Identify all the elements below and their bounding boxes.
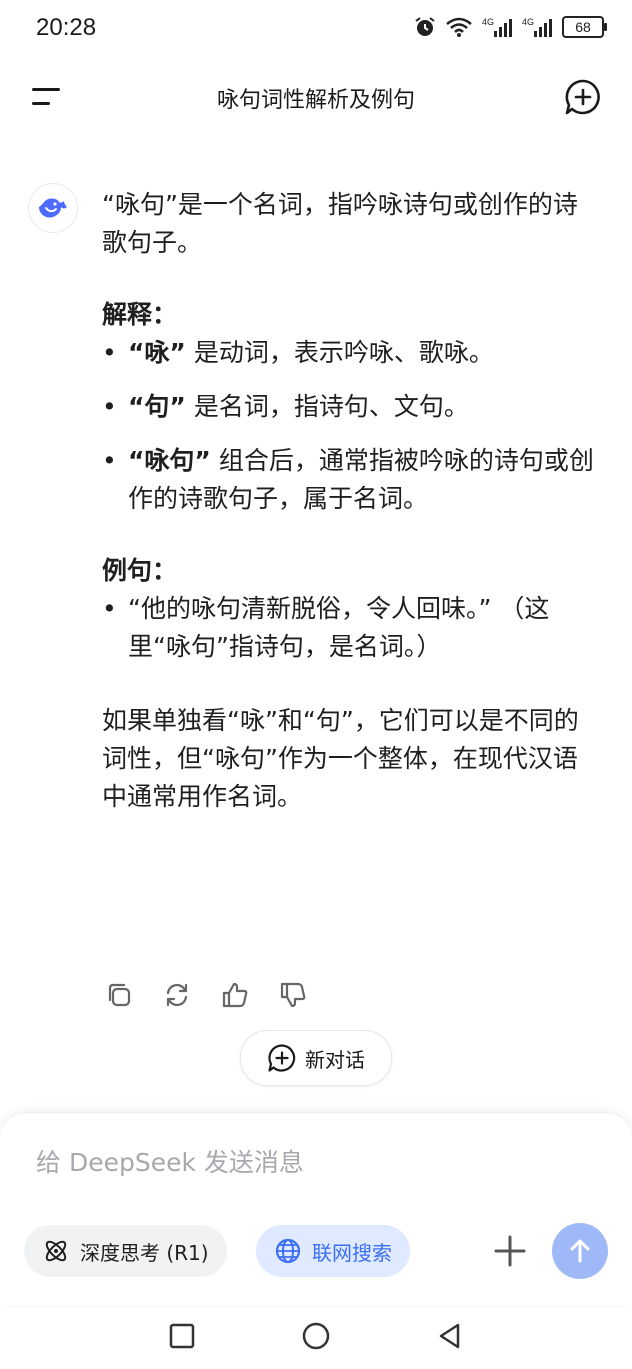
status-icons: 4G 4G 68 xyxy=(414,16,607,38)
explain-heading: 解释： xyxy=(102,300,178,329)
system-navbar xyxy=(0,1304,632,1369)
term-desc: 是名词，指诗句、文句。 xyxy=(185,392,469,421)
list-item: “他的咏句清新脱俗，令人回味。” （这里“咏句”指诗句，是名词。） xyxy=(102,590,594,666)
web-search-toggle[interactable]: 联网搜索 xyxy=(256,1225,410,1277)
assistant-message: “咏句”是一个名词，指吟咏诗句或创作的诗歌句子。 解释： “咏” 是动词，表示吟… xyxy=(102,186,594,816)
new-chat-plus-icon[interactable] xyxy=(564,78,602,116)
chat-header: 咏句词性解析及例句 xyxy=(0,62,632,132)
send-button[interactable] xyxy=(552,1223,608,1279)
example-heading: 例句： xyxy=(102,556,178,585)
list-item: “咏句” 组合后，通常指被吟咏的诗句或创作的诗歌句子，属于名词。 xyxy=(102,442,594,518)
term-label: “句” xyxy=(128,392,186,421)
new-dialog-button[interactable]: 新对话 xyxy=(240,1030,392,1086)
chat-title: 咏句词性解析及例句 xyxy=(216,88,415,113)
message-intro: “咏句”是一个名词，指吟咏诗句或创作的诗歌句子。 xyxy=(102,190,578,257)
term-label: “咏句” xyxy=(128,446,211,475)
svg-text:4G: 4G xyxy=(522,17,534,27)
signal-icon-2: 4G xyxy=(522,17,552,37)
thumbs-down-icon[interactable] xyxy=(278,980,308,1010)
composer: 给 DeepSeek 发送消息 深度思考 (R1) 联网搜索 xyxy=(0,1112,632,1305)
status-bar: 20:28 4G 4G 68 xyxy=(0,0,632,60)
regenerate-icon[interactable] xyxy=(162,980,192,1010)
copy-icon[interactable] xyxy=(104,980,134,1010)
attach-plus-icon[interactable] xyxy=(488,1229,532,1273)
recent-apps-icon[interactable] xyxy=(166,1320,198,1352)
signal-icon-1: 4G xyxy=(482,17,512,37)
globe-icon xyxy=(275,1238,301,1264)
status-time: 20:28 xyxy=(36,14,97,41)
new-dialog-label: 新对话 xyxy=(305,1047,365,1072)
message-summary: 如果单独看“咏”和“句”，它们可以是不同的词性，但“咏句”作为一个整体，在现代汉… xyxy=(102,706,579,811)
arrow-up-icon xyxy=(570,1239,590,1263)
explain-list: “咏” 是动词，表示吟咏、歌咏。 “句” 是名词，指诗句、文句。 “咏句” 组合… xyxy=(102,334,594,518)
battery-icon: 68 xyxy=(562,16,607,38)
web-search-label: 联网搜索 xyxy=(312,1240,392,1265)
wifi-icon xyxy=(446,17,472,37)
atom-icon xyxy=(45,1240,67,1262)
deep-think-label: 深度思考 (R1) xyxy=(80,1240,209,1265)
term-label: “咏” xyxy=(128,338,186,367)
list-item: “句” 是名词，指诗句、文句。 xyxy=(102,388,594,426)
svg-text:4G: 4G xyxy=(482,17,494,27)
new-chat-plus-icon xyxy=(268,1044,296,1072)
home-icon[interactable] xyxy=(300,1320,332,1352)
alarm-icon xyxy=(415,17,435,36)
back-icon[interactable] xyxy=(434,1320,466,1352)
message-actions xyxy=(104,980,308,1010)
thumbs-up-icon[interactable] xyxy=(220,980,250,1010)
list-item: “咏” 是动词，表示吟咏、歌咏。 xyxy=(102,334,594,372)
assistant-avatar xyxy=(28,183,78,233)
deepseek-whale-icon xyxy=(39,198,67,218)
example-list: “他的咏句清新脱俗，令人回味。” （这里“咏句”指诗句，是名词。） xyxy=(102,590,594,666)
term-desc: 是动词，表示吟咏、歌咏。 xyxy=(185,338,494,367)
deep-think-toggle[interactable]: 深度思考 (R1) xyxy=(24,1225,227,1277)
message-input[interactable]: 给 DeepSeek 发送消息 xyxy=(36,1143,304,1179)
